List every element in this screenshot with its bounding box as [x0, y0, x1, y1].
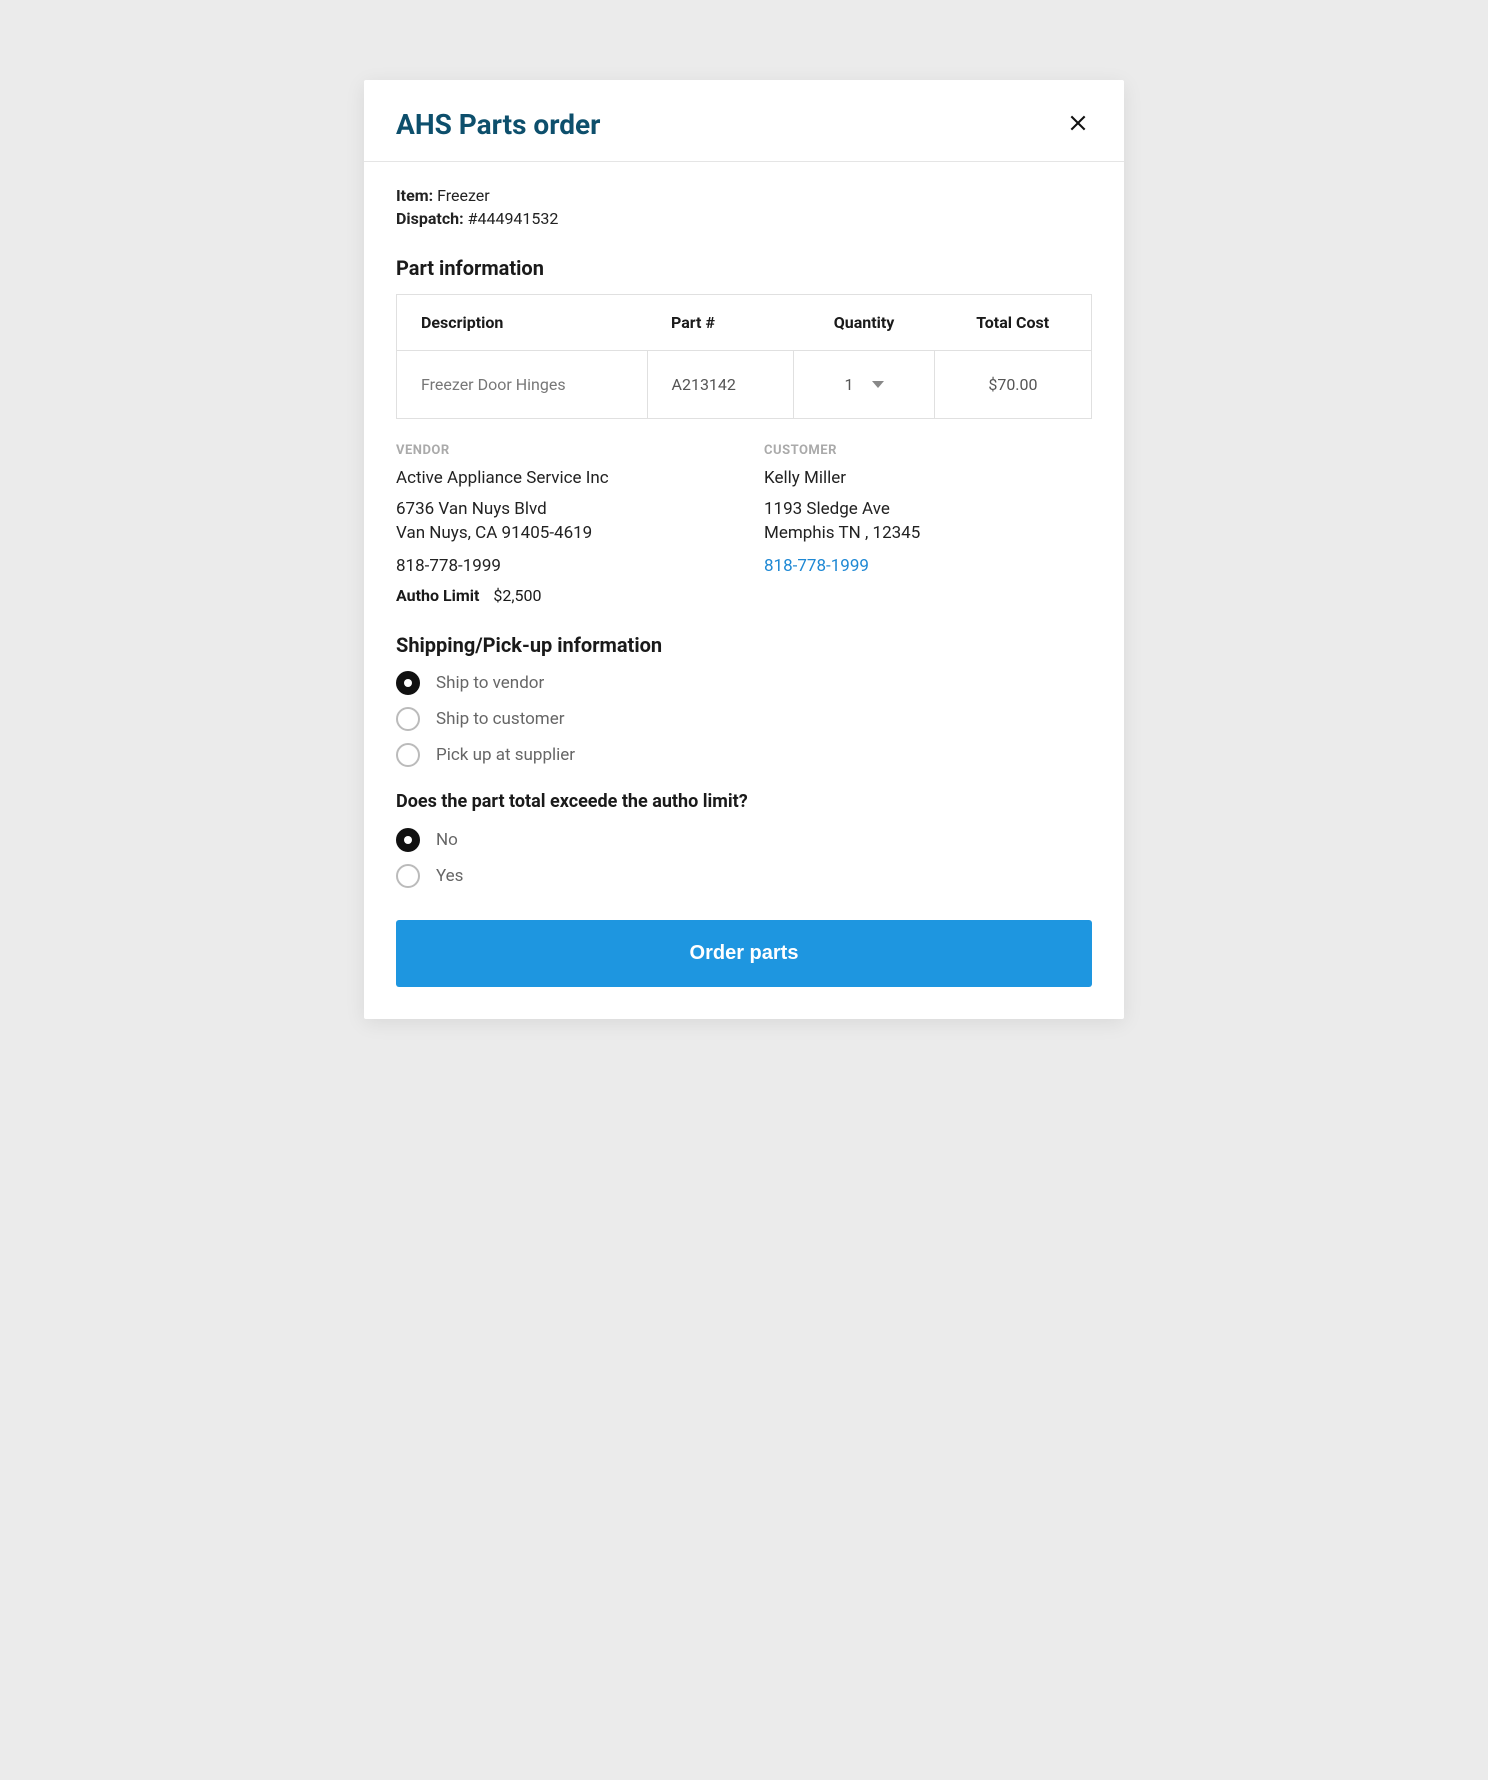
cell-total-cost: $70.00	[934, 351, 1091, 419]
vendor-name: Active Appliance Service Inc	[396, 468, 724, 488]
radio-label: No	[436, 830, 458, 850]
shipping-radio-group: Ship to vendor Ship to customer Pick up …	[396, 671, 1092, 767]
quantity-value: 1	[845, 375, 854, 394]
col-header-quantity: Quantity	[794, 295, 935, 351]
dispatch-value: #444941532	[464, 209, 559, 228]
vendor-column: VENDOR Active Appliance Service Inc 6736…	[396, 443, 724, 605]
dispatch-label: Dispatch:	[396, 209, 464, 228]
cell-part-number: A213142	[647, 351, 794, 419]
customer-address: 1193 Sledge Ave Memphis TN , 12345	[764, 498, 1092, 546]
autho-limit-label: Autho Limit	[396, 586, 479, 605]
part-info-title: Part information	[396, 256, 1092, 280]
vendor-phone: 818-778-1999	[396, 556, 724, 576]
radio-icon	[396, 828, 420, 852]
customer-phone-link[interactable]: 818-778-1999	[764, 556, 1092, 576]
autho-limit-value: $2,500	[493, 586, 541, 605]
vendor-address-line2: Van Nuys, CA 91405-4619	[396, 523, 592, 543]
radio-label: Ship to vendor	[436, 673, 544, 693]
radio-icon	[396, 707, 420, 731]
parts-table: Description Part # Quantity Total Cost F…	[396, 294, 1092, 419]
cell-quantity: 1	[794, 351, 935, 419]
customer-label: CUSTOMER	[764, 443, 1092, 458]
close-icon	[1068, 113, 1088, 133]
order-parts-button[interactable]: Order parts	[396, 920, 1092, 987]
dispatch-meta: Dispatch: #444941532	[396, 209, 1092, 228]
customer-name: Kelly Miller	[764, 468, 1092, 488]
parts-order-modal: AHS Parts order Item: Freezer Dispatch: …	[364, 80, 1124, 1019]
radio-label: Ship to customer	[436, 709, 564, 729]
col-header-total-cost: Total Cost	[934, 295, 1091, 351]
radio-exceed-no[interactable]: No	[396, 828, 1092, 852]
customer-column: CUSTOMER Kelly Miller 1193 Sledge Ave Me…	[764, 443, 1092, 605]
radio-label: Pick up at supplier	[436, 745, 575, 765]
item-value: Freezer	[433, 186, 490, 205]
vendor-address-line1: 6736 Van Nuys Blvd	[396, 499, 547, 519]
close-button[interactable]	[1064, 109, 1092, 140]
radio-exceed-yes[interactable]: Yes	[396, 864, 1092, 888]
radio-icon	[396, 864, 420, 888]
table-row: Freezer Door Hinges A213142 1 $70.00	[397, 351, 1092, 419]
radio-pickup-supplier[interactable]: Pick up at supplier	[396, 743, 1092, 767]
shipping-title: Shipping/Pick-up information	[396, 633, 1092, 657]
item-meta: Item: Freezer	[396, 186, 1092, 205]
radio-icon	[396, 743, 420, 767]
quantity-select[interactable]: 1	[818, 375, 910, 394]
modal-header: AHS Parts order	[364, 80, 1124, 162]
col-header-part-number: Part #	[647, 295, 794, 351]
radio-label: Yes	[436, 866, 463, 886]
cell-description: Freezer Door Hinges	[397, 351, 648, 419]
chevron-down-icon	[872, 381, 884, 388]
vendor-label: VENDOR	[396, 443, 724, 458]
modal-body: Item: Freezer Dispatch: #444941532 Part …	[364, 162, 1124, 1019]
radio-ship-to-vendor[interactable]: Ship to vendor	[396, 671, 1092, 695]
radio-ship-to-customer[interactable]: Ship to customer	[396, 707, 1092, 731]
modal-title: AHS Parts order	[396, 108, 600, 141]
radio-icon	[396, 671, 420, 695]
exceed-question: Does the part total exceede the autho li…	[396, 791, 1092, 812]
vendor-address: 6736 Van Nuys Blvd Van Nuys, CA 91405-46…	[396, 498, 724, 546]
exceed-radio-group: No Yes	[396, 828, 1092, 888]
autho-limit: Autho Limit $2,500	[396, 586, 724, 605]
item-label: Item:	[396, 186, 433, 205]
vendor-customer-row: VENDOR Active Appliance Service Inc 6736…	[396, 443, 1092, 605]
customer-address-line2: Memphis TN , 12345	[764, 523, 920, 543]
col-header-description: Description	[397, 295, 648, 351]
customer-address-line1: 1193 Sledge Ave	[764, 499, 890, 519]
